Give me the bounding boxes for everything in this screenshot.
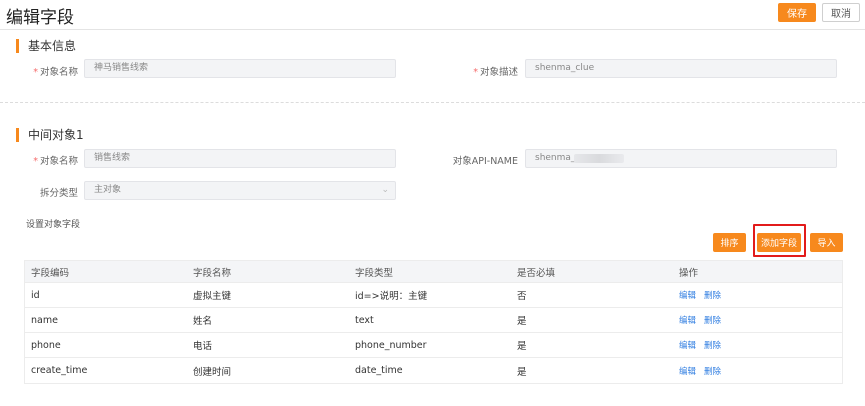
delete-link[interactable]: 删除	[704, 289, 721, 301]
table-row: create_time 创建时间 date_time 是 编辑 删除	[25, 358, 842, 383]
split-type-value: 主对象	[94, 185, 122, 195]
field-name: 电话	[193, 341, 213, 352]
edit-link[interactable]: 编辑	[679, 314, 696, 326]
split-type-label: 拆分类型	[39, 188, 78, 199]
field-required: 是	[517, 341, 527, 352]
row-actions: 编辑 删除	[673, 308, 842, 332]
column-header: 操作	[679, 267, 699, 279]
edit-link[interactable]: 编辑	[679, 339, 696, 351]
field-code: id	[31, 289, 40, 301]
page-title: 编辑字段	[6, 8, 74, 28]
column-header: 字段名称	[193, 267, 232, 279]
field-required: 否	[517, 291, 527, 302]
table-row: phone 电话 phone_number 是 编辑 删除	[25, 333, 842, 358]
field-name: 虚拟主键	[193, 291, 232, 302]
api-name-value: shenma_	[535, 153, 576, 163]
chevron-down-icon: ⌄	[381, 185, 389, 195]
delete-link[interactable]: 删除	[704, 365, 721, 377]
field-type: phone_number	[355, 339, 427, 351]
object-desc-label: * 对象描述	[473, 67, 518, 78]
set-fields-label: 设置对象字段	[26, 220, 81, 230]
api-name-label: 对象API-NAME	[452, 156, 518, 167]
middle-name-field[interactable]: 销售线索	[84, 149, 396, 168]
required-mark: *	[473, 67, 478, 78]
field-type: text	[355, 314, 374, 326]
split-type-select[interactable]: 主对象 ⌄	[84, 181, 396, 200]
api-name-field[interactable]: shenma_	[525, 149, 837, 168]
field-code: create_time	[31, 365, 88, 376]
row-actions: 编辑 删除	[673, 358, 842, 383]
header-divider	[0, 29, 865, 30]
field-name: 姓名	[193, 316, 213, 327]
field-name: 创建时间	[193, 366, 232, 378]
row-actions: 编辑 删除	[673, 283, 842, 307]
import-button[interactable]: 导入	[810, 233, 843, 252]
field-required: 是	[517, 316, 527, 327]
field-code: name	[31, 314, 58, 326]
field-type: date_time	[355, 365, 403, 376]
required-mark: *	[33, 156, 38, 167]
object-name-field[interactable]: 神马销售线索	[84, 59, 396, 78]
field-type: id=>说明：主键	[355, 291, 428, 302]
edit-link[interactable]: 编辑	[679, 365, 696, 377]
field-required: 是	[517, 366, 527, 378]
redacted-text	[574, 154, 624, 163]
column-header: 字段类型	[355, 267, 394, 279]
delete-link[interactable]: 删除	[704, 314, 721, 326]
section-title-middle: 中间对象1	[16, 128, 84, 142]
save-button[interactable]: 保存	[778, 3, 816, 22]
column-header: 是否必填	[517, 267, 556, 279]
edit-link[interactable]: 编辑	[679, 289, 696, 301]
field-code: phone	[31, 339, 61, 351]
table-row: name 姓名 text 是 编辑 删除	[25, 308, 842, 333]
required-mark: *	[33, 67, 38, 78]
section-title-basic: 基本信息	[16, 39, 76, 53]
sort-button[interactable]: 排序	[713, 233, 746, 252]
object-desc-field[interactable]: shenma_clue	[525, 59, 837, 78]
cancel-button[interactable]: 取消	[822, 3, 860, 22]
object-name-label: * 对象名称	[33, 67, 78, 78]
table-header-row: 字段编码 字段名称 字段类型 是否必填 操作	[25, 261, 842, 283]
table-row: id 虚拟主键 id=>说明：主键 否 编辑 删除	[25, 283, 842, 308]
column-header: 字段编码	[31, 267, 70, 279]
middle-name-label: * 对象名称	[33, 156, 78, 167]
delete-link[interactable]: 删除	[704, 339, 721, 351]
row-actions: 编辑 删除	[673, 333, 842, 357]
fields-table: 字段编码 字段名称 字段类型 是否必填 操作 id 虚拟主键 id=>说明：主键…	[24, 260, 843, 384]
section-divider	[0, 102, 865, 103]
highlight-box	[753, 224, 806, 257]
